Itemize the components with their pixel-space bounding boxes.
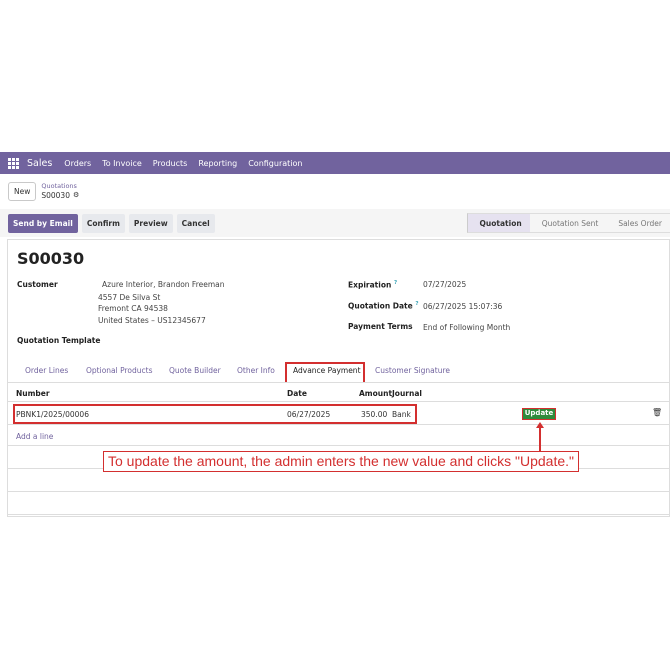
stage-quotation[interactable]: Quotation xyxy=(466,213,530,233)
customer-name[interactable]: Azure Interior, Brandon Freeman xyxy=(102,279,225,290)
cell-journal[interactable]: Bank xyxy=(392,410,411,419)
stage-sales-order[interactable]: Sales Order xyxy=(606,213,670,233)
tab-order-lines[interactable]: Order Lines xyxy=(25,366,68,375)
annotation-callout: To update the amount, the admin enters t… xyxy=(103,451,579,472)
expiration-label-text: Expiration xyxy=(348,280,392,290)
column-number[interactable]: Number xyxy=(16,389,50,398)
cell-amount[interactable]: 350.00 xyxy=(361,410,387,419)
nav-menu-reporting[interactable]: Reporting xyxy=(198,159,237,168)
status-bar: Quotation Quotation Sent Sales Order xyxy=(466,213,670,233)
payment-terms-label: Payment Terms xyxy=(348,322,413,331)
confirm-button[interactable]: Confirm xyxy=(81,213,125,233)
payment-terms-value[interactable]: End of Following Month xyxy=(423,322,510,333)
apps-menu-icon[interactable] xyxy=(8,157,19,169)
tab-quote-builder[interactable]: Quote Builder xyxy=(169,366,221,375)
notebook-tabs: Order Lines Optional Products Quote Buil… xyxy=(8,360,669,382)
preview-button[interactable]: Preview xyxy=(128,213,173,233)
expiration-value[interactable]: 07/27/2025 xyxy=(423,279,466,290)
breadcrumb-current-label: S00030 xyxy=(41,191,70,200)
empty-row xyxy=(8,493,669,515)
breadcrumb: Quotations S00030 ⚙ xyxy=(41,182,79,200)
quotation-date-value[interactable]: 06/27/2025 15:07:36 xyxy=(423,301,502,312)
cell-number[interactable]: PBNK1/2025/00006 xyxy=(16,410,89,419)
nav-menu-orders[interactable]: Orders xyxy=(64,159,91,168)
action-bar: Send by Email Confirm Preview Cancel Quo… xyxy=(0,209,670,237)
column-journal[interactable]: Journal xyxy=(392,389,422,398)
form-sheet: S00030 Customer Azure Interior, Brandon … xyxy=(7,239,670,517)
customer-address-3: United States – US12345677 xyxy=(98,316,206,325)
empty-row xyxy=(8,470,669,492)
breadcrumb-current: S00030 ⚙ xyxy=(41,191,79,200)
help-icon[interactable]: ? xyxy=(415,301,418,307)
nav-menu-to-invoice[interactable]: To Invoice xyxy=(102,159,142,168)
nav-app-name[interactable]: Sales xyxy=(27,158,52,169)
add-line-row: Add a line xyxy=(8,426,669,446)
nav-menu-products[interactable]: Products xyxy=(153,159,188,168)
tab-other-info[interactable]: Other Info xyxy=(237,366,275,375)
record-title: S00030 xyxy=(17,249,85,268)
column-date[interactable]: Date xyxy=(287,389,307,398)
top-navbar: Sales Orders To Invoice Products Reporti… xyxy=(0,152,670,174)
cancel-button[interactable]: Cancel xyxy=(176,213,215,233)
nav-menu-configuration[interactable]: Configuration xyxy=(248,159,302,168)
gear-icon[interactable]: ⚙ xyxy=(73,191,79,200)
quotation-date-label: Quotation Date ? xyxy=(348,301,419,311)
control-panel: New Quotations S00030 ⚙ xyxy=(0,177,670,205)
expiration-label: Expiration ? xyxy=(348,280,397,290)
table-header: Number Date Amount Journal xyxy=(8,382,669,402)
tab-advance-payment[interactable]: Advance Payment xyxy=(293,366,361,375)
breadcrumb-quotations[interactable]: Quotations xyxy=(41,182,79,191)
column-amount[interactable]: Amount xyxy=(359,389,392,398)
send-by-email-button[interactable]: Send by Email xyxy=(8,213,78,233)
help-icon[interactable]: ? xyxy=(394,280,397,286)
trash-icon[interactable]: 🗑 xyxy=(652,408,662,417)
customer-label: Customer xyxy=(17,280,58,289)
customer-address-2: Fremont CA 94538 xyxy=(98,304,168,313)
quotation-date-label-text: Quotation Date xyxy=(348,301,413,311)
stage-quotation-sent[interactable]: Quotation Sent xyxy=(529,213,607,233)
add-line-link[interactable]: Add a line xyxy=(16,432,53,441)
customer-address-1: 4557 De Silva St xyxy=(98,293,161,302)
tab-optional-products[interactable]: Optional Products xyxy=(86,366,152,375)
quotation-template-label: Quotation Template xyxy=(17,336,101,345)
tab-customer-signature[interactable]: Customer Signature xyxy=(375,366,450,375)
cell-date[interactable]: 06/27/2025 xyxy=(287,410,330,419)
update-button[interactable]: Update xyxy=(522,408,556,420)
table-row[interactable]: PBNK1/2025/00006 06/27/2025 350.00 Bank … xyxy=(8,403,669,425)
annotation-arrow-line xyxy=(539,427,541,451)
new-button[interactable]: New xyxy=(8,181,37,201)
